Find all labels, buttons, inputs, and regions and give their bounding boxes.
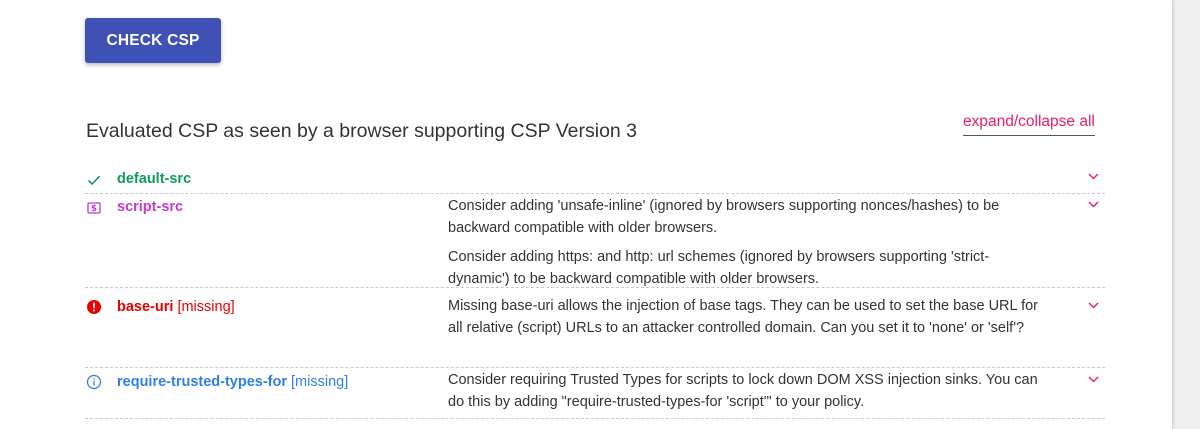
- findings-list: Consider requiring Trusted Types for scr…: [448, 370, 1038, 421]
- finding-text: Consider adding 'unsafe-inline' (ignored…: [448, 198, 1000, 236]
- directive-name-text: base-uri: [117, 299, 174, 315]
- chevron-down-icon[interactable]: [1086, 298, 1100, 312]
- directive-name[interactable]: base-uri [missing]: [117, 299, 235, 315]
- error-icon: [85, 298, 103, 316]
- info-icon: [85, 373, 103, 391]
- results-card: CHECK CSP Evaluated CSP as seen by a bro…: [0, 0, 1172, 429]
- chevron-down-icon[interactable]: [1086, 169, 1100, 183]
- directive-name[interactable]: default-src: [117, 171, 191, 187]
- directive-row-default-src[interactable]: default-src: [85, 168, 1105, 194]
- chevron-down-icon[interactable]: [1086, 197, 1100, 211]
- finding-text: Missing base-uri allows the injection of…: [448, 298, 1038, 336]
- svg-text:$: $: [91, 204, 97, 214]
- directive-row-require-trusted-types-for[interactable]: require-trusted-types-for [missing] Cons…: [85, 367, 1105, 419]
- directive-name[interactable]: require-trusted-types-for [missing]: [117, 374, 348, 390]
- directive-row-base-uri[interactable]: base-uri [missing] Missing base-uri allo…: [85, 295, 1105, 368]
- directive-name-text: default-src: [117, 171, 192, 187]
- findings-list: Consider adding 'unsafe-inline' (ignored…: [448, 196, 1038, 298]
- missing-label: [missing]: [177, 299, 235, 315]
- finding-text: Consider requiring Trusted Types for scr…: [448, 372, 1038, 410]
- findings-list: Missing base-uri allows the injection of…: [448, 296, 1038, 347]
- dollar-box-icon: $: [85, 199, 103, 217]
- directive-name-text: require-trusted-types-for: [117, 374, 287, 390]
- directive-name-text: script-src: [117, 199, 184, 215]
- finding-text: Consider adding https: and http: url sch…: [448, 249, 990, 287]
- check-csp-button[interactable]: CHECK CSP: [85, 18, 221, 63]
- directive-name[interactable]: script-src: [117, 199, 183, 215]
- check-icon: [85, 171, 103, 189]
- expand-collapse-all-link[interactable]: expand/collapse all: [963, 113, 1095, 136]
- directive-row-script-src[interactable]: $ script-src Consider adding 'unsafe-inl…: [85, 193, 1105, 288]
- evaluated-csp-title: Evaluated CSP as seen by a browser suppo…: [86, 120, 638, 142]
- chevron-down-icon[interactable]: [1086, 372, 1100, 386]
- missing-label: [missing]: [291, 374, 349, 390]
